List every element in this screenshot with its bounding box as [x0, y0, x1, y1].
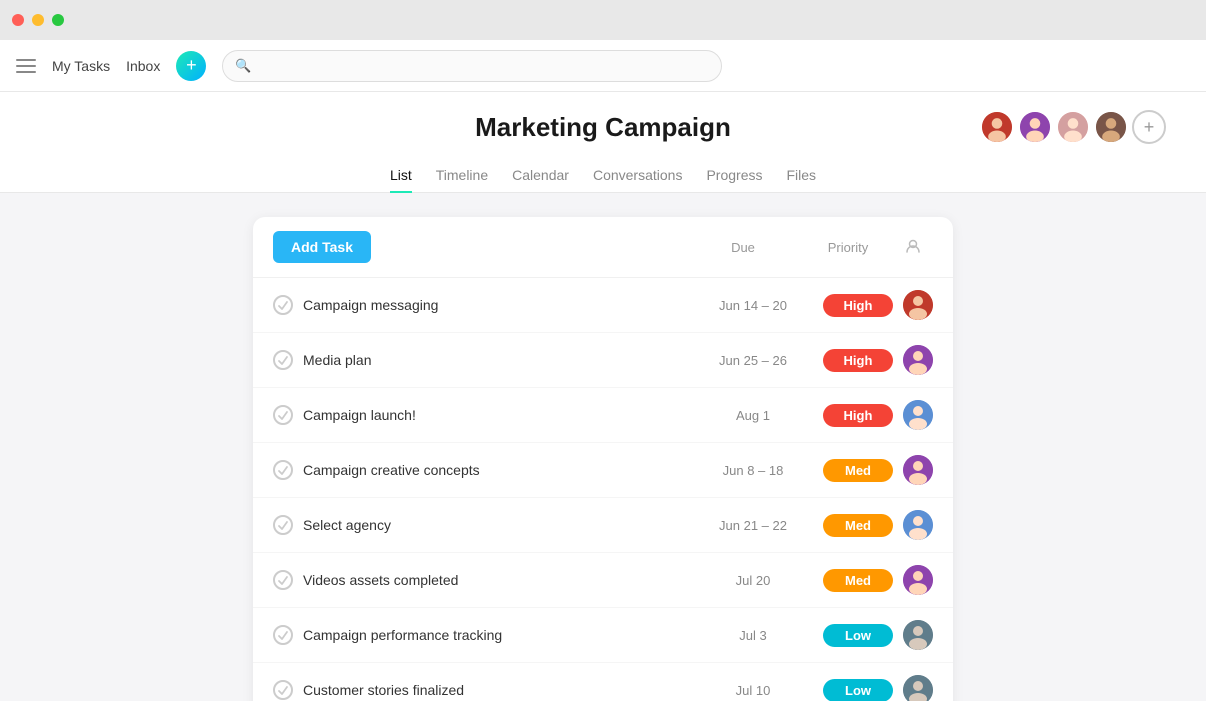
- priority-badge: Med: [823, 459, 893, 482]
- avatar-3: [1056, 110, 1090, 144]
- task-checkbox[interactable]: [273, 625, 293, 645]
- task-due-date: Jun 8 – 18: [693, 463, 813, 478]
- task-table: Add Task Due Priority Campaign messaging…: [253, 217, 953, 701]
- task-rows: Campaign messaging Jun 14 – 20 High Medi…: [253, 278, 953, 701]
- tab-calendar[interactable]: Calendar: [512, 159, 569, 193]
- task-name[interactable]: Campaign launch!: [303, 407, 683, 423]
- priority-badge: High: [823, 294, 893, 317]
- close-button[interactable]: [12, 14, 24, 26]
- task-avatar: [903, 675, 933, 701]
- task-checkbox[interactable]: [273, 570, 293, 590]
- avatar-1: [980, 110, 1014, 144]
- main-content: Add Task Due Priority Campaign messaging…: [0, 193, 1206, 701]
- task-name[interactable]: Campaign creative concepts: [303, 462, 683, 478]
- search-bar: 🔍: [222, 50, 722, 82]
- task-row: Campaign messaging Jun 14 – 20 High: [253, 278, 953, 333]
- task-row: Videos assets completed Jul 20 Med: [253, 553, 953, 608]
- task-checkbox[interactable]: [273, 405, 293, 425]
- priority-badge: Med: [823, 569, 893, 592]
- task-name[interactable]: Campaign messaging: [303, 297, 683, 313]
- col-due-header: Due: [683, 240, 803, 255]
- task-avatar: [903, 400, 933, 430]
- task-name[interactable]: Customer stories finalized: [303, 682, 683, 698]
- task-due-date: Jun 21 – 22: [693, 518, 813, 533]
- hamburger-menu[interactable]: [16, 59, 36, 73]
- title-bar: [0, 0, 1206, 40]
- task-row: Campaign creative concepts Jun 8 – 18 Me…: [253, 443, 953, 498]
- col-priority-header: Priority: [803, 240, 893, 255]
- task-row: Campaign launch! Aug 1 High: [253, 388, 953, 443]
- task-checkbox[interactable]: [273, 515, 293, 535]
- priority-badge: High: [823, 349, 893, 372]
- top-nav: My Tasks Inbox + 🔍: [0, 40, 1206, 92]
- tab-timeline[interactable]: Timeline: [436, 159, 488, 193]
- task-due-date: Jun 25 – 26: [693, 353, 813, 368]
- priority-badge: High: [823, 404, 893, 427]
- task-due-date: Jun 14 – 20: [693, 298, 813, 313]
- avatar-4: [1094, 110, 1128, 144]
- task-avatar: [903, 290, 933, 320]
- col-assignee-header: [893, 238, 933, 257]
- task-avatar: [903, 620, 933, 650]
- search-input[interactable]: [260, 58, 710, 73]
- task-due-date: Jul 3: [693, 628, 813, 643]
- search-icon: 🔍: [235, 58, 251, 74]
- priority-badge: Low: [823, 624, 893, 647]
- task-checkbox[interactable]: [273, 460, 293, 480]
- add-task-button[interactable]: Add Task: [273, 231, 371, 263]
- task-checkbox[interactable]: [273, 295, 293, 315]
- header-area: Marketing Campaign: [0, 92, 1206, 193]
- task-avatar: [903, 345, 933, 375]
- task-row: Select agency Jun 21 – 22 Med: [253, 498, 953, 553]
- task-due-date: Aug 1: [693, 408, 813, 423]
- task-name[interactable]: Media plan: [303, 352, 683, 368]
- tab-conversations[interactable]: Conversations: [593, 159, 683, 193]
- task-row: Campaign performance tracking Jul 3 Low: [253, 608, 953, 663]
- task-avatar: [903, 565, 933, 595]
- tab-list[interactable]: List: [390, 159, 412, 193]
- task-checkbox[interactable]: [273, 350, 293, 370]
- avatar-2: [1018, 110, 1052, 144]
- inbox-link[interactable]: Inbox: [126, 58, 160, 74]
- priority-badge: Low: [823, 679, 893, 701]
- table-header: Add Task Due Priority: [253, 217, 953, 278]
- my-tasks-link[interactable]: My Tasks: [52, 58, 110, 74]
- tab-files[interactable]: Files: [786, 159, 816, 193]
- task-name[interactable]: Select agency: [303, 517, 683, 533]
- tab-nav: List Timeline Calendar Conversations Pro…: [0, 159, 1206, 193]
- task-checkbox[interactable]: [273, 680, 293, 700]
- priority-badge: Med: [823, 514, 893, 537]
- task-name[interactable]: Videos assets completed: [303, 572, 683, 588]
- task-row: Customer stories finalized Jul 10 Low: [253, 663, 953, 701]
- task-avatar: [903, 510, 933, 540]
- add-button[interactable]: +: [176, 51, 206, 81]
- maximize-button[interactable]: [52, 14, 64, 26]
- tab-progress[interactable]: Progress: [706, 159, 762, 193]
- avatar-group: +: [980, 110, 1166, 144]
- task-due-date: Jul 20: [693, 573, 813, 588]
- minimize-button[interactable]: [32, 14, 44, 26]
- task-name[interactable]: Campaign performance tracking: [303, 627, 683, 643]
- task-row: Media plan Jun 25 – 26 High: [253, 333, 953, 388]
- task-avatar: [903, 455, 933, 485]
- add-member-button[interactable]: +: [1132, 110, 1166, 144]
- project-title: Marketing Campaign: [475, 112, 731, 143]
